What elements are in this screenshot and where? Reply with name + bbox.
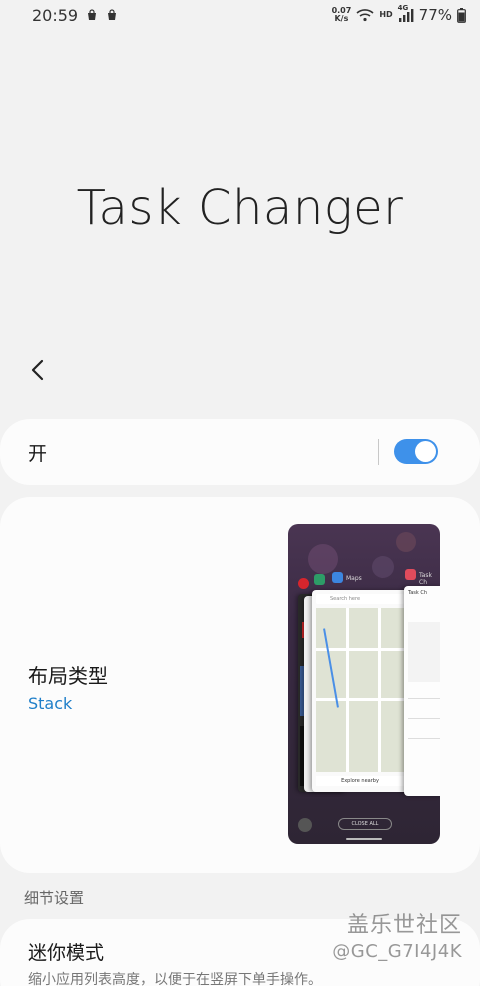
- toggle-divider: [378, 439, 379, 465]
- mini-mode-title: 迷你模式: [28, 942, 105, 964]
- preview-card-maps: Search here Explore nearby: [312, 590, 408, 792]
- signal-icon: 4G: [398, 4, 414, 22]
- shopping-bag-icon: [86, 9, 98, 21]
- map-road: [316, 698, 404, 701]
- master-toggle-switch[interactable]: [394, 439, 438, 464]
- map-road: [346, 608, 349, 772]
- network-speed-unit: K/s: [334, 14, 349, 23]
- preview-close-all-button: CLOSE ALL: [338, 818, 392, 830]
- map-road: [378, 608, 381, 772]
- preview-map: [316, 608, 404, 772]
- wallpaper-blob: [372, 556, 394, 578]
- preview-divider: [408, 698, 440, 699]
- preview-divider: [408, 738, 440, 739]
- wifi-icon: [356, 8, 374, 22]
- status-time: 20:59: [32, 5, 79, 25]
- task-changer-app-icon: [405, 569, 416, 580]
- maps-app-label: Maps: [346, 575, 362, 582]
- maps-app-icon: [332, 572, 343, 583]
- task-changer-app-label: Task Ch: [419, 572, 432, 586]
- preview-card-content: [408, 622, 440, 682]
- preview-divider: [408, 718, 440, 719]
- toggle-knob: [415, 441, 436, 462]
- wallpaper-blob: [396, 532, 416, 552]
- preview-card-task-changer: Task Ch: [404, 586, 440, 796]
- pinterest-app-icon: [298, 578, 309, 589]
- map-route: [323, 628, 339, 708]
- preview-explore-bar: Explore nearby: [316, 776, 404, 786]
- layout-type-value: Stack: [28, 694, 73, 713]
- preview-home-indicator: [346, 838, 382, 840]
- preview-grid-button: [298, 818, 312, 832]
- layout-preview-image[interactable]: Maps Task Ch Search here Explore nearby …: [288, 524, 440, 844]
- page-title: Task Changer: [76, 180, 404, 236]
- map-road: [316, 648, 404, 651]
- sheets-app-icon: [314, 574, 325, 585]
- hd-indicator: HD: [379, 10, 393, 19]
- details-section-header: 细节设置: [24, 889, 85, 907]
- master-toggle-row[interactable]: 开: [0, 419, 480, 485]
- network-speed: 0.07 K/s: [332, 7, 352, 23]
- preview-search-bar: Search here: [316, 594, 404, 604]
- battery-percent: 77%: [418, 6, 452, 24]
- shopping-bag-icon: [106, 9, 118, 21]
- mini-mode-description: 缩小应用列表高度，以便于在竖屏下单手操作。: [28, 972, 322, 986]
- network-type: 4G: [397, 4, 409, 12]
- master-toggle-label: 开: [28, 442, 48, 465]
- status-bar: 20:59 0.07 K/s HD 4G 77%: [0, 0, 480, 30]
- wallpaper-blob: [308, 544, 338, 574]
- layout-type-title: 布局类型: [28, 664, 108, 688]
- back-button[interactable]: [24, 358, 52, 386]
- preview-card-header: Task Ch: [408, 590, 428, 596]
- back-arrow-icon: [30, 359, 46, 385]
- battery-icon: [457, 7, 466, 23]
